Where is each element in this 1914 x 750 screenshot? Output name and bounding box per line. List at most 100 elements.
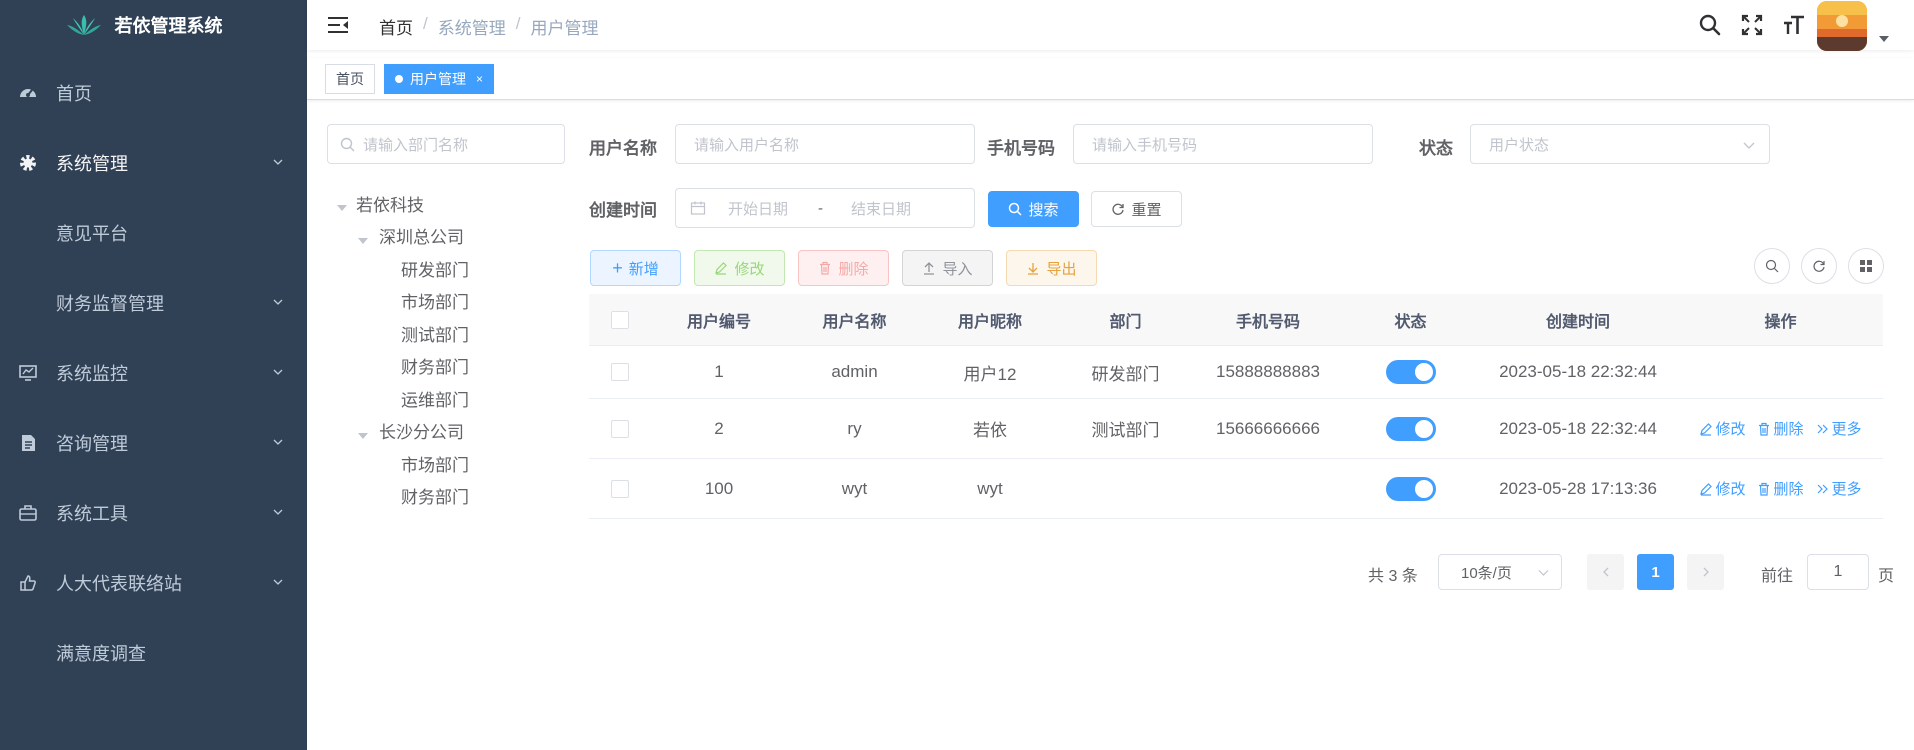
next-page-button[interactable] xyxy=(1687,554,1724,590)
tree-node[interactable]: 深圳总公司 xyxy=(379,225,464,251)
select-all-checkbox[interactable] xyxy=(611,310,629,329)
sidebar-item-label: 系统工具 xyxy=(56,504,128,524)
column-header[interactable]: 用户编号 xyxy=(651,308,787,332)
sidebar-item-monitor[interactable]: 系统监控 xyxy=(0,345,307,401)
status-switch[interactable] xyxy=(1385,416,1436,441)
sidebar-item-finance[interactable]: 财务监督管理 xyxy=(0,275,307,331)
username-label: 用户名称 xyxy=(589,139,657,158)
phone-input[interactable]: 请输入手机号码 xyxy=(1073,124,1373,164)
hamburger-icon[interactable] xyxy=(327,14,349,36)
fullscreen-icon[interactable] xyxy=(1740,13,1764,37)
edit-icon xyxy=(715,262,728,275)
cell-dept: 测试部门 xyxy=(1091,421,1160,440)
column-header[interactable]: 部门 xyxy=(1058,308,1193,332)
download-icon xyxy=(1028,263,1039,275)
caret-down-icon[interactable] xyxy=(337,205,347,211)
tag-home[interactable]: 首页 xyxy=(325,64,375,94)
column-header[interactable]: 状态 xyxy=(1343,308,1478,332)
tree-node[interactable]: 市场部门 xyxy=(401,290,469,316)
table-row[interactable]: 2 ry 若依 测试部门 15666666666 2023-05-18 22:3… xyxy=(589,399,1883,459)
column-header[interactable]: 用户昵称 xyxy=(922,308,1058,332)
status-select[interactable]: 用户状态 xyxy=(1470,124,1770,164)
sidebar-item-consult[interactable]: 咨询管理 xyxy=(0,415,307,471)
sidebar-item-home[interactable]: 首页 xyxy=(0,65,307,121)
column-header[interactable]: 创建时间 xyxy=(1478,308,1678,332)
row-checkbox[interactable] xyxy=(611,419,629,438)
edit-link[interactable]: 修改 xyxy=(1699,418,1745,439)
gear-icon xyxy=(18,153,38,173)
tree-node[interactable]: 研发部门 xyxy=(401,258,469,284)
cell-user-id: 100 xyxy=(704,478,734,498)
username-input[interactable]: 请输入用户名称 xyxy=(675,124,975,164)
tags-view: 首页 用户管理 × xyxy=(307,58,1914,100)
row-checkbox[interactable] xyxy=(611,363,629,381)
caret-down-icon[interactable] xyxy=(358,433,368,439)
tag-user-management[interactable]: 用户管理 × xyxy=(384,64,495,94)
sidebar-logo[interactable]: 若依管理系统 xyxy=(0,0,307,50)
add-button[interactable]: + 新增 xyxy=(590,250,681,286)
column-header[interactable]: 用户名称 xyxy=(787,308,922,332)
avatar[interactable] xyxy=(1817,1,1867,51)
sidebar-item-survey[interactable]: 满意度调查 xyxy=(0,625,307,681)
tree-node[interactable]: 财务部门 xyxy=(401,355,469,381)
columns-button[interactable] xyxy=(1848,248,1884,284)
caret-down-icon[interactable] xyxy=(358,238,368,244)
page-size-value: 10条/页 xyxy=(1461,564,1512,582)
page-number-button[interactable]: 1 xyxy=(1637,554,1674,590)
tree-node[interactable]: 市场部门 xyxy=(401,453,469,479)
more-link[interactable]: 更多 xyxy=(1816,418,1862,439)
sidebar-item-feedback[interactable]: 意见平台 xyxy=(0,205,307,261)
import-button[interactable]: 导入 xyxy=(902,250,993,286)
table-header: 用户编号 用户名称 用户昵称 部门 手机号码 状态 创建时间 操作 xyxy=(589,294,1883,346)
pagination-total: 共 3 条 xyxy=(1368,568,1418,585)
more-link-label: 更多 xyxy=(1831,421,1862,438)
tree-node[interactable]: 测试部门 xyxy=(401,323,469,349)
breadcrumb-item-home[interactable]: 首页 xyxy=(379,14,413,39)
caret-down-icon[interactable] xyxy=(1879,36,1889,42)
hand-icon xyxy=(18,573,38,593)
monitor-icon xyxy=(18,363,38,383)
date-range-picker[interactable]: 开始日期 - 结束日期 xyxy=(675,188,975,228)
sidebar-item-tools[interactable]: 系统工具 xyxy=(0,485,307,541)
reset-button[interactable]: 重置 xyxy=(1091,191,1182,227)
tree-node[interactable]: 运维部门 xyxy=(401,388,469,414)
refresh-button[interactable] xyxy=(1801,248,1837,284)
delete-link[interactable]: 删除 xyxy=(1757,478,1804,499)
search-button-label: 搜索 xyxy=(1028,201,1059,219)
edit-link[interactable]: 修改 xyxy=(1699,478,1745,499)
close-icon[interactable]: × xyxy=(476,72,483,86)
table-row[interactable]: 1 admin 用户12 研发部门 15888888883 2023-05-18… xyxy=(589,346,1883,399)
table-row[interactable]: 100 wyt wyt 2023-05-28 17:13:36 修改 删除 更多 xyxy=(589,459,1883,519)
status-switch[interactable] xyxy=(1385,476,1436,501)
export-button[interactable]: 导出 xyxy=(1006,250,1097,286)
tag-label: 首页 xyxy=(336,71,364,87)
search-icon[interactable] xyxy=(1698,13,1722,37)
font-size-icon[interactable] xyxy=(1782,13,1806,37)
upload-icon xyxy=(924,262,935,275)
delete-link[interactable]: 删除 xyxy=(1757,418,1804,439)
tree-node[interactable]: 长沙分公司 xyxy=(379,420,464,446)
row-checkbox[interactable] xyxy=(611,479,629,498)
status-switch[interactable] xyxy=(1385,360,1436,384)
edit-button[interactable]: 修改 xyxy=(694,250,785,286)
delete-link-label: 删除 xyxy=(1773,481,1804,498)
chevron-left-icon xyxy=(1602,567,1608,577)
tree-node[interactable]: 财务部门 xyxy=(401,485,469,511)
toggle-search-button[interactable] xyxy=(1754,248,1790,284)
column-header[interactable]: 手机号码 xyxy=(1193,308,1343,332)
more-link[interactable]: 更多 xyxy=(1816,478,1862,499)
sidebar-item-deputies[interactable]: 人大代表联络站 xyxy=(0,555,307,611)
search-button[interactable]: 搜索 xyxy=(988,191,1079,227)
cell-nickname: 若依 xyxy=(973,421,1007,440)
app-title: 若依管理系统 xyxy=(114,16,223,36)
toolbox-icon xyxy=(18,503,38,523)
dept-search-input[interactable]: 请输入部门名称 xyxy=(327,124,565,164)
delete-button[interactable]: 删除 xyxy=(798,250,889,286)
goto-page-input[interactable]: 1 xyxy=(1807,554,1869,590)
tree-node[interactable]: 若依科技 xyxy=(356,193,424,219)
page-size-select[interactable]: 10条/页 xyxy=(1438,554,1562,590)
range-separator: - xyxy=(818,199,824,217)
phone-placeholder: 请输入手机号码 xyxy=(1092,136,1198,154)
prev-page-button[interactable] xyxy=(1587,554,1624,590)
sidebar-item-system[interactable]: 系统管理 xyxy=(0,135,307,191)
